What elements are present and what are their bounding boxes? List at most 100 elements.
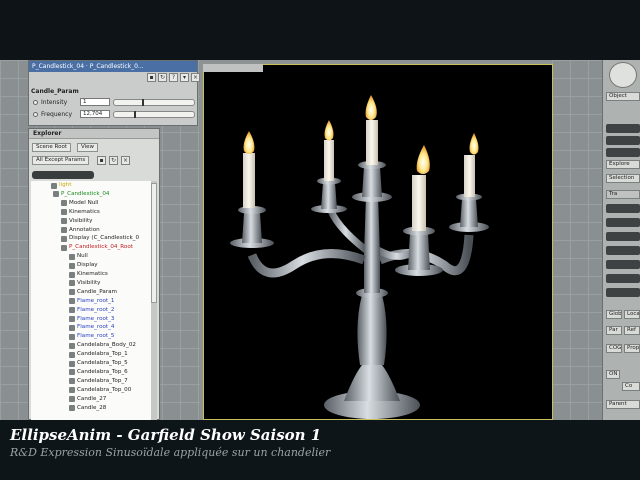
- tree-item[interactable]: Candelabra_Top_7: [69, 377, 128, 386]
- property-panel-title[interactable]: P_Candlestick_04 · P_Candlestick_0...: [29, 61, 197, 72]
- render-viewport[interactable]: [203, 64, 553, 420]
- global-button[interactable]: Global: [606, 310, 622, 319]
- node-icon: [69, 369, 75, 376]
- cup-1-body: [242, 213, 262, 243]
- tree-item-label: Candle_27: [77, 395, 107, 402]
- preset-icon[interactable]: ▾: [180, 73, 189, 82]
- animation-icon[interactable]: [33, 99, 38, 105]
- softimage-window: P_Candlestick_04 · P_Candlestick_0... ▪ …: [0, 60, 640, 420]
- scene-root-button[interactable]: Scene Root: [32, 143, 71, 152]
- explore-button[interactable]: Explore: [606, 160, 640, 169]
- tree-item[interactable]: Display: [69, 261, 98, 270]
- tree-item[interactable]: Kinematics: [61, 208, 100, 217]
- lock-icon[interactable]: ▪: [147, 73, 156, 82]
- letterbox-top: [0, 0, 640, 60]
- on-button[interactable]: ON: [606, 370, 620, 379]
- tree-item-label: Flame_root_5: [77, 333, 115, 340]
- parent-button[interactable]: Parent: [606, 400, 640, 409]
- help-icon[interactable]: ?: [169, 73, 178, 82]
- tree-item-label: P_Candlestick_04_Root: [69, 244, 133, 251]
- toolbar-slot[interactable]: [606, 124, 640, 133]
- animation-icon[interactable]: [33, 111, 38, 117]
- close-icon[interactable]: ×: [121, 156, 130, 165]
- tree-item-label: Kinematics: [77, 271, 108, 277]
- slider-knob[interactable]: [142, 98, 144, 106]
- view-button[interactable]: View: [77, 143, 99, 152]
- tree-item-label: Flame_root_4: [77, 324, 115, 331]
- toolbar-slot[interactable]: [606, 274, 640, 283]
- cup-3-body: [362, 167, 382, 197]
- par-button[interactable]: Par: [606, 326, 622, 335]
- node-icon: [53, 191, 59, 198]
- constrain-button[interactable]: Co: [622, 382, 640, 391]
- node-icon: [69, 298, 75, 305]
- local-button[interactable]: Loca: [624, 310, 640, 319]
- toolbar-slot[interactable]: [606, 246, 640, 255]
- frequency-slider[interactable]: [113, 110, 195, 118]
- frequency-input[interactable]: 12,704: [80, 110, 110, 118]
- tree-item-label: Candelabra_Top_6: [77, 368, 128, 375]
- refresh-icon[interactable]: ↻: [158, 73, 167, 82]
- lock-icon[interactable]: ▪: [97, 156, 106, 165]
- tree-item-label: Candelabra_Top_5: [77, 360, 128, 366]
- toolbar-slot[interactable]: [606, 232, 640, 241]
- viewport-menu-bar[interactable]: [203, 64, 263, 72]
- param-section-title[interactable]: Candle_Param: [31, 88, 79, 95]
- tree-item[interactable]: Candle_28: [69, 404, 106, 413]
- toolbar-slot[interactable]: [606, 218, 640, 227]
- selection-button[interactable]: Selection: [606, 174, 640, 183]
- stem-upper: [364, 255, 380, 293]
- tree-item[interactable]: Null: [69, 252, 88, 261]
- tree-item[interactable]: Candelabra_Top_5: [69, 359, 128, 368]
- toolbar-slot[interactable]: [606, 148, 640, 157]
- tree-item[interactable]: Model Null: [61, 199, 98, 208]
- tree-item[interactable]: Visibility: [61, 217, 92, 226]
- node-icon: [69, 280, 75, 287]
- tree-item[interactable]: Candelabra_Top_00: [69, 386, 131, 395]
- explorer-title: Explorer: [29, 129, 159, 139]
- filter-button[interactable]: All Except Params: [32, 156, 90, 165]
- tree-item-label: Candelabra_Body_02: [77, 342, 136, 349]
- close-icon[interactable]: ×: [191, 73, 200, 82]
- tree-item[interactable]: Annotation: [61, 226, 100, 235]
- tree-item[interactable]: light: [51, 181, 71, 190]
- refresh-icon[interactable]: ↻: [109, 156, 118, 165]
- tree-item[interactable]: P_Candlestick_04: [53, 190, 110, 199]
- tree-item[interactable]: Display (C_Candlestick_0: [61, 234, 139, 243]
- object-button[interactable]: Object: [606, 92, 640, 101]
- tree-item[interactable]: Candelabra_Top_1: [69, 350, 128, 359]
- toolbar-slot[interactable]: [606, 204, 640, 213]
- tree-item[interactable]: Flame_root_4: [69, 323, 114, 332]
- node-icon: [61, 209, 67, 216]
- intensity-slider[interactable]: [113, 98, 195, 106]
- tree-item[interactable]: P_Candlestick_04_Root: [61, 243, 133, 252]
- screen: P_Candlestick_04 · P_Candlestick_0... ▪ …: [0, 0, 640, 480]
- node-icon: [69, 360, 75, 367]
- slider-knob[interactable]: [134, 110, 136, 118]
- toolbar-slot[interactable]: [606, 260, 640, 269]
- explorer-tree[interactable]: light P_Candlestick_04 Model Null Kinematic…: [31, 181, 153, 420]
- ref-button[interactable]: Ref: [624, 326, 640, 335]
- toolbar-slot[interactable]: [606, 288, 640, 297]
- prop-button[interactable]: Prop: [624, 344, 640, 353]
- tree-item-label: Candelabra_Top_7: [77, 377, 128, 384]
- scrollbar-thumb[interactable]: [151, 183, 157, 303]
- tree-item[interactable]: Flame_root_2: [69, 306, 114, 315]
- tree-item[interactable]: Flame_root_3: [69, 315, 114, 324]
- tree-item-label: Visibility: [77, 279, 101, 286]
- tree-item[interactable]: Candelabra_Body_02: [69, 341, 136, 350]
- tree-item[interactable]: Flame_root_5: [69, 332, 114, 341]
- explorer-scrollbar[interactable]: [151, 181, 157, 420]
- tree-item[interactable]: Flame_root_1: [69, 297, 114, 306]
- tree-item[interactable]: Candelabra_Top_6: [69, 368, 128, 377]
- intensity-input[interactable]: 1: [80, 98, 110, 106]
- tree-item[interactable]: Candle_Param: [69, 288, 117, 297]
- toolbar-slot[interactable]: [606, 136, 640, 145]
- property-panel-icons: ▪ ↻ ? ▾ ×: [147, 73, 200, 82]
- cog-button[interactable]: COG: [606, 344, 622, 353]
- select-tool-icon[interactable]: [609, 62, 637, 88]
- tree-item[interactable]: Candle_27: [69, 395, 106, 404]
- tree-item[interactable]: Visibility: [69, 279, 100, 288]
- search-input[interactable]: [32, 171, 94, 179]
- tree-item[interactable]: Kinematics: [69, 270, 108, 279]
